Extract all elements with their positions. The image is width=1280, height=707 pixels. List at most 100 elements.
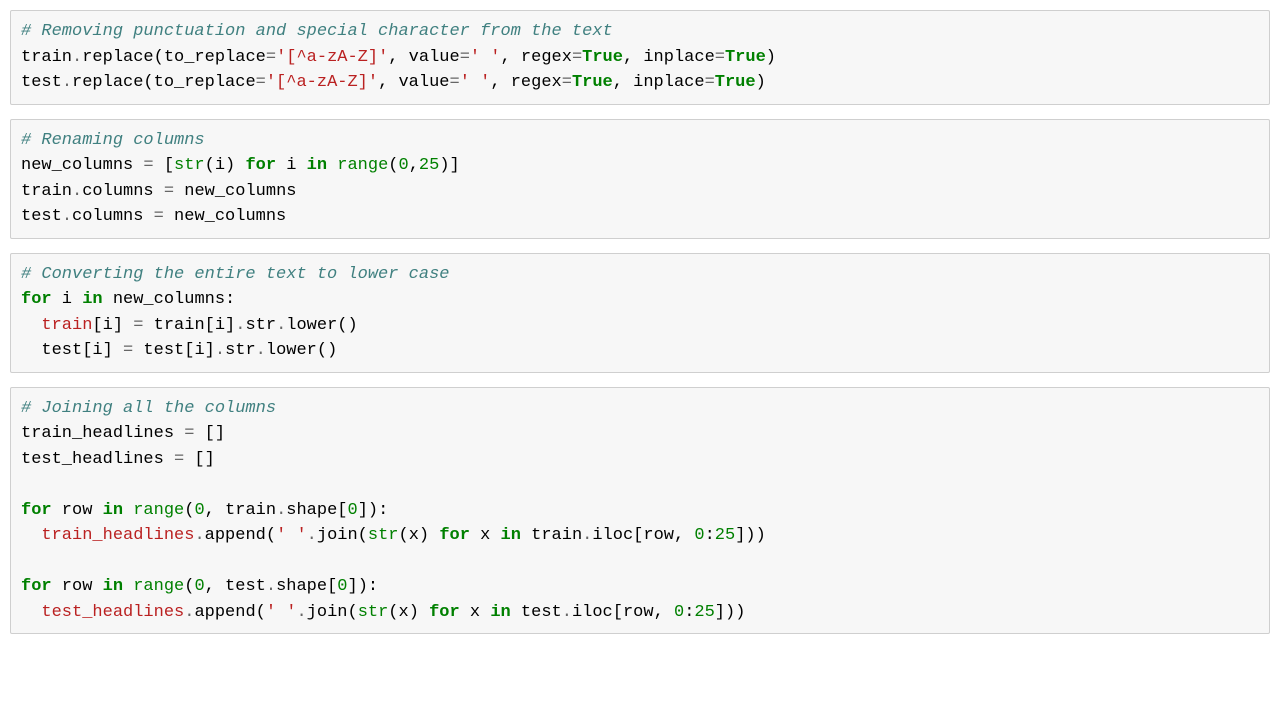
code-token: . — [276, 316, 286, 335]
code-token: ]): — [358, 501, 389, 520]
code-token: . — [296, 603, 306, 622]
code-token: replace(to_replace — [82, 48, 266, 67]
code-token: 0 — [337, 577, 347, 596]
code-token: join( — [307, 603, 358, 622]
code-token: . — [562, 603, 572, 622]
code-token: 25 — [694, 603, 714, 622]
code-token — [21, 526, 41, 545]
code-token: str — [174, 156, 205, 175]
code-token: , inplace — [613, 73, 705, 92]
code-token: new_columns — [21, 156, 143, 175]
code-token: = — [154, 207, 164, 226]
code-token: True — [725, 48, 766, 67]
code-cell[interactable]: # Removing punctuation and special chara… — [10, 10, 1270, 105]
code-token: for — [245, 156, 276, 175]
code-token: train — [21, 48, 72, 67]
code-token: 0 — [194, 501, 204, 520]
code-token: (i) — [205, 156, 246, 175]
code-token: in — [82, 290, 102, 309]
code-cell[interactable]: # Renaming columns new_columns = [str(i)… — [10, 119, 1270, 239]
code-token: str — [368, 526, 399, 545]
code-token: row — [52, 501, 103, 520]
code-token: 25 — [419, 156, 439, 175]
code-token: ( — [184, 577, 194, 596]
code-token: train_headlines — [41, 526, 194, 545]
code-token: ]): — [348, 577, 379, 596]
code-comment: # Converting the entire text to lower ca… — [21, 265, 449, 284]
code-token: columns — [82, 182, 164, 201]
code-token: True — [582, 48, 623, 67]
code-token: , inplace — [623, 48, 715, 67]
code-token: = — [184, 424, 194, 443]
code-token: . — [194, 526, 204, 545]
code-token: . — [307, 526, 317, 545]
code-token: new_columns: — [103, 290, 236, 309]
code-token: for — [439, 526, 470, 545]
code-token: , regex — [490, 73, 561, 92]
code-token: test — [21, 73, 62, 92]
code-token: 0 — [194, 577, 204, 596]
code-token: . — [266, 577, 276, 596]
code-token: = — [133, 316, 143, 335]
code-token: range — [133, 501, 184, 520]
code-token: = — [705, 73, 715, 92]
code-token: new_columns — [164, 207, 286, 226]
code-token: test[i] — [21, 341, 123, 360]
code-token: 0 — [399, 156, 409, 175]
code-token: [] — [184, 450, 215, 469]
code-token: str — [225, 341, 256, 360]
code-token: . — [72, 182, 82, 201]
code-token: i — [276, 156, 307, 175]
code-token: : — [684, 603, 694, 622]
code-token: , test — [205, 577, 266, 596]
code-token: ) — [756, 73, 766, 92]
code-token — [21, 603, 41, 622]
code-token: 0 — [694, 526, 704, 545]
code-token: in — [501, 526, 521, 545]
code-token: test — [511, 603, 562, 622]
code-token: ( — [388, 156, 398, 175]
code-token — [21, 316, 41, 335]
code-token: = — [143, 156, 153, 175]
code-token: append( — [205, 526, 276, 545]
code-token: = — [256, 73, 266, 92]
code-token: = — [715, 48, 725, 67]
code-token: columns — [72, 207, 154, 226]
code-token: . — [582, 526, 592, 545]
code-token: for — [21, 290, 52, 309]
code-token: replace(to_replace — [72, 73, 256, 92]
code-token: ])) — [715, 603, 746, 622]
notebook-container: # Removing punctuation and special chara… — [10, 10, 1270, 634]
code-token: = — [266, 48, 276, 67]
code-token: = — [123, 341, 133, 360]
code-token: ' ' — [460, 73, 491, 92]
code-token: . — [235, 316, 245, 335]
code-token: True — [715, 73, 756, 92]
code-token: str — [245, 316, 276, 335]
code-token: i — [52, 290, 83, 309]
code-token: ' ' — [266, 603, 297, 622]
code-token: for — [429, 603, 460, 622]
code-cell[interactable]: # Joining all the columns train_headline… — [10, 387, 1270, 635]
code-token: . — [72, 48, 82, 67]
code-cell[interactable]: # Converting the entire text to lower ca… — [10, 253, 1270, 373]
code-token: True — [572, 73, 613, 92]
code-token: train — [41, 316, 92, 335]
code-token: test — [21, 207, 62, 226]
code-token: : — [705, 526, 715, 545]
code-token: lower() — [266, 341, 337, 360]
code-token: [] — [194, 424, 225, 443]
code-token: range — [337, 156, 388, 175]
code-token: = — [174, 450, 184, 469]
code-token: , regex — [501, 48, 572, 67]
code-token: join( — [317, 526, 368, 545]
code-token: x — [470, 526, 501, 545]
code-token: ( — [184, 501, 194, 520]
code-token: test_headlines — [41, 603, 184, 622]
code-token: , train — [205, 501, 276, 520]
code-token: [i] — [92, 316, 133, 335]
code-token: train[i] — [143, 316, 235, 335]
code-token: shape[ — [286, 501, 347, 520]
code-token: . — [184, 603, 194, 622]
code-token: . — [62, 73, 72, 92]
